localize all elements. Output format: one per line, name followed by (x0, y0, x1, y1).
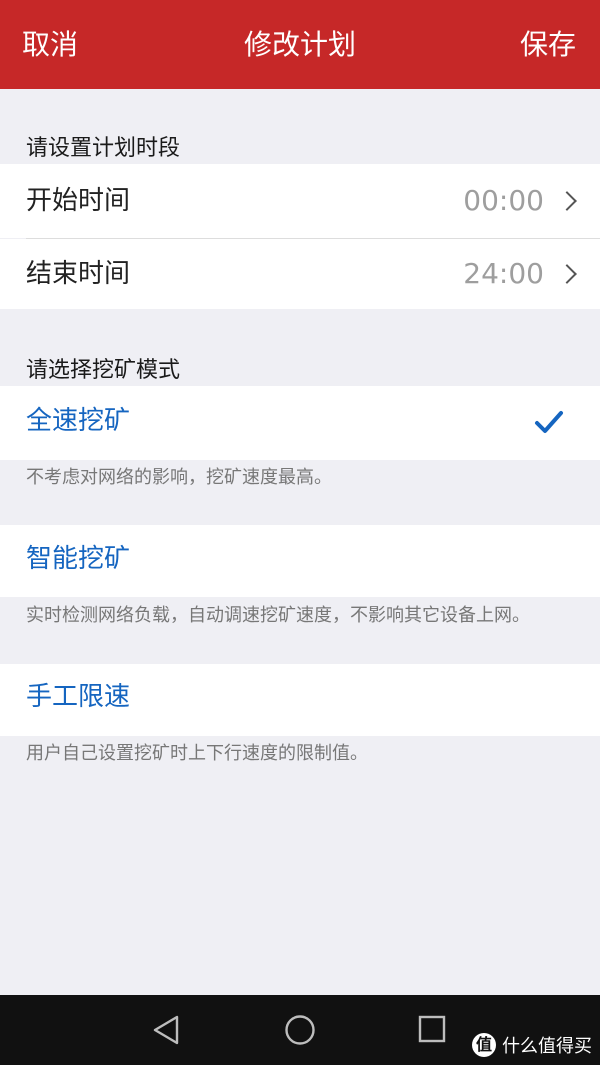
mode-option-description: 用户自己设置挖矿时上下行速度的限制值。 (26, 743, 368, 764)
mode-option-description: 不考虑对网络的影响，挖矿速度最高。 (26, 467, 332, 488)
end-time-row[interactable]: 结束时间 24:00 (0, 239, 600, 309)
watermark: 值 什么值得买 (472, 1029, 592, 1061)
recent-apps-button[interactable] (392, 995, 472, 1065)
back-triangle-icon (153, 1015, 179, 1045)
end-time-label: 结束时间 (26, 259, 131, 289)
mode-option-full-speed[interactable]: 全速挖矿 (0, 386, 600, 460)
mode-option-label: 智能挖矿 (26, 544, 131, 574)
top-app-bar: 取消 修改计划 保存 (0, 0, 600, 89)
mode-option-label: 手工限速 (26, 682, 131, 712)
start-time-label: 开始时间 (26, 186, 131, 216)
mode-option-manual-limit[interactable]: 手工限速 (0, 664, 600, 736)
recent-apps-square-icon (418, 1015, 446, 1043)
checkmark-icon (535, 411, 563, 433)
mode-option-smart[interactable]: 智能挖矿 (0, 525, 600, 597)
start-time-value: 00:00 (463, 184, 544, 217)
back-button[interactable] (126, 995, 206, 1065)
start-time-row[interactable]: 开始时间 00:00 (0, 164, 600, 238)
mode-option-description: 实时检测网络负载，自动调速挖矿速度，不影响其它设备上网。 (26, 605, 530, 626)
chevron-right-icon (557, 264, 577, 284)
time-section-title: 请设置计划时段 (26, 136, 181, 161)
end-time-value: 24:00 (463, 257, 544, 290)
watermark-logo-icon: 值 (472, 1033, 496, 1057)
page-title: 修改计划 (243, 28, 356, 61)
mode-section-title: 请选择挖矿模式 (26, 358, 181, 383)
home-circle-icon (285, 1015, 315, 1045)
mode-option-label: 全速挖矿 (26, 406, 131, 436)
home-button[interactable] (260, 995, 340, 1065)
watermark-text: 什么值得买 (502, 1036, 592, 1057)
save-button[interactable]: 保存 (520, 0, 576, 89)
chevron-right-icon (557, 191, 577, 211)
